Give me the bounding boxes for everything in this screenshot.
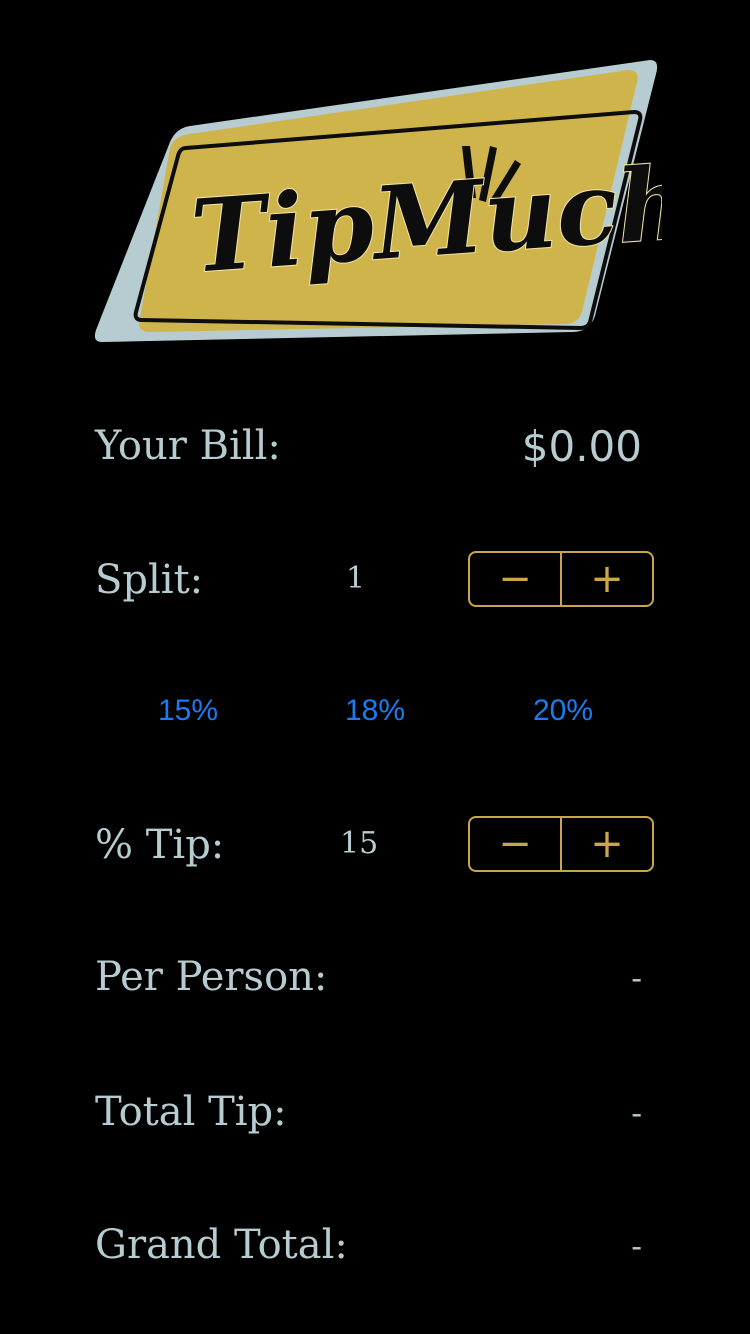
split-label: Split: — [95, 557, 204, 603]
tip-decrement-button[interactable]: − — [470, 818, 562, 870]
grand-total-label: Grand Total: — [95, 1222, 348, 1268]
split-increment-button[interactable]: + — [562, 553, 652, 605]
split-decrement-button[interactable]: − — [470, 553, 562, 605]
tip-value: 15 — [340, 826, 379, 861]
split-value: 1 — [346, 561, 366, 596]
app-logo: TipMuch — [90, 56, 662, 348]
tip-increment-button[interactable]: + — [562, 818, 652, 870]
per-person-label: Per Person: — [95, 954, 328, 1000]
grand-total-value: - — [631, 1227, 642, 1265]
total-tip-value: - — [631, 1094, 642, 1132]
total-tip-label: Total Tip: — [95, 1089, 287, 1135]
bill-label: Your Bill: — [95, 423, 281, 469]
bill-input[interactable]: $0.00 — [522, 426, 642, 468]
logo-sign: TipMuch — [94, 60, 662, 342]
preset-18-button[interactable]: 18% — [315, 696, 435, 726]
per-person-value: - — [631, 959, 642, 997]
preset-15-button[interactable]: 15% — [128, 696, 248, 726]
tip-stepper: − + — [468, 816, 654, 872]
split-stepper: − + — [468, 551, 654, 607]
preset-20-button[interactable]: 20% — [503, 696, 623, 726]
tip-label: % Tip: — [95, 822, 225, 868]
